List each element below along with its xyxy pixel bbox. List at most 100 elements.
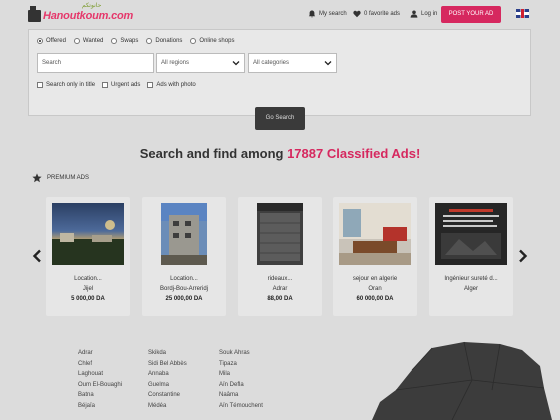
ad-photo-image [435,203,507,265]
region-link[interactable]: Skikda [148,348,187,359]
radio-dot [190,38,197,44]
radio-donations[interactable]: Donations [146,38,182,44]
region-link[interactable]: Souk Ahras [219,348,263,359]
ad-location: Oran [368,286,382,292]
region-link[interactable]: Laghouat [78,369,122,380]
ad-title: Ingénieur sureté d... [444,276,498,282]
ad-location: Jijel [82,286,94,292]
region-column-2: Skikda Sidi Bel Abbès Annaba Guelma Cons… [148,348,187,411]
go-search-button[interactable]: Go Search [255,107,305,130]
radio-offered[interactable]: Offered [37,38,66,44]
logo-text: Hanoutkoum.com [43,10,134,22]
radio-swaps[interactable]: Swaps [111,38,138,44]
region-link[interactable]: Sidi Bel Abbès [148,359,187,370]
radio-wanted[interactable]: Wanted [73,38,103,44]
site-header: Hanoutkoum.com حانوتكم My search 0 favor… [0,0,560,30]
chevron-down-icon [324,61,332,66]
checkbox-label: Search only in title [46,82,96,88]
radio-label: Online shops [199,38,235,44]
premium-ad-card[interactable]: rideaux... Adrar 88,00 DA [238,197,322,316]
my-search-link[interactable]: My search [308,10,347,18]
category-select-value: All categories [253,60,290,66]
ad-type-radios: Offered Wanted Swaps Donations Online sh… [37,38,242,44]
region-link[interactable]: Naâma [219,390,263,401]
headline-count: 17887 Classified Ads! [287,146,421,161]
ad-photo [435,203,507,265]
region-link[interactable]: Constantine [148,390,187,401]
favorites-label: 0 favorite ads [364,11,401,17]
radio-dot [146,38,153,44]
radio-dot [37,38,43,44]
checkbox-with-photo[interactable]: Ads with photo [147,82,196,88]
checkbox-box [147,82,154,88]
radio-dot [111,38,118,44]
ad-location: Adrar [272,286,288,292]
ad-photo [339,203,411,265]
login-link[interactable]: Log in [410,10,437,18]
premium-ad-card[interactable]: Ingénieur sureté d... Alger [429,197,513,316]
radio-label: Swaps [120,38,139,44]
star-icon [32,173,42,183]
region-select-value: All regions [161,60,190,66]
ad-price: 60 000,00 DA [356,296,394,302]
region-link[interactable]: Oum El-Bouaghi [78,380,122,391]
region-link[interactable]: Médéa [148,401,187,412]
ad-price: 88,00 DA [267,296,293,302]
checkbox-title-only[interactable]: Search only in title [37,82,95,88]
ad-price: 5 000,00 DA [71,296,105,302]
ad-title: Location... [170,276,198,282]
region-link[interactable]: Mila [219,369,263,380]
algeria-map[interactable] [372,340,560,420]
premium-ads-label: PREMIUM ADS [47,175,90,181]
radio-dot [73,38,80,44]
my-search-label: My search [319,11,347,17]
region-select[interactable]: All regions [156,53,245,73]
login-label: Log in [421,11,438,17]
chevron-down-icon [232,61,240,66]
region-link[interactable]: Chlef [78,359,122,370]
premium-ad-card[interactable]: Location... Jijel 5 000,00 DA [46,197,130,316]
bell-icon [308,10,316,18]
uk-flag-icon[interactable] [516,9,529,18]
region-link[interactable]: Guelma [148,380,187,391]
region-link[interactable]: Annaba [148,369,187,380]
checkbox-label: Ads with photo [156,82,196,88]
region-column-3: Souk Ahras Tipaza Mila Aïn Defla Naâma A… [219,348,263,411]
ad-photo [161,203,207,265]
radio-label: Donations [155,38,183,44]
region-link[interactable]: Aïn Témouchent [219,401,263,412]
category-select[interactable]: All categories [248,53,337,73]
logo-arabic-text: حانوتكم [82,3,102,9]
premium-ad-card[interactable]: sejour en algerie Oran 60 000,00 DA [333,197,417,316]
region-link[interactable]: Adrar [78,348,122,359]
checkbox-box [102,82,109,88]
region-column-1: Adrar Chlef Laghouat Oum El-Bouaghi Batn… [78,348,122,411]
carousel-next-icon[interactable] [518,249,528,263]
search-panel: Offered Wanted Swaps Donations Online sh… [28,29,531,116]
search-input[interactable]: Search [37,53,154,73]
search-input-placeholder: Search [42,60,62,66]
shop-logo-icon [28,6,41,22]
ad-price: 25 000,00 DA [165,296,203,302]
ad-photo-image [257,203,303,261]
user-icon [410,10,418,18]
radio-online-shops[interactable]: Online shops [190,38,234,44]
region-link[interactable]: Aïn Defla [219,380,263,391]
region-link[interactable]: Béjaïa [78,401,122,412]
premium-ad-card[interactable]: Location... Bordj-Bou-Arreridj 25 000,00… [142,197,226,316]
headline: Search and find among 17887 Classified A… [0,146,560,161]
region-link[interactable]: Batna [78,390,122,401]
radio-label: Offered [46,38,66,44]
ad-title: sejour en algerie [352,276,398,282]
heart-icon [353,10,361,18]
ad-photo-image [339,203,411,265]
post-ad-button[interactable]: POST YOUR AD [441,6,501,23]
search-options: Search only in title Urgent ads Ads with… [37,82,203,88]
favorites-link[interactable]: 0 favorite ads [353,10,400,18]
ad-photo-image [161,203,207,265]
checkbox-urgent[interactable]: Urgent ads [102,82,140,88]
region-link[interactable]: Tipaza [219,359,263,370]
ad-location: Bordj-Bou-Arreridj [159,286,208,292]
site-logo[interactable]: Hanoutkoum.com [28,6,133,22]
carousel-prev-icon[interactable] [32,249,42,263]
